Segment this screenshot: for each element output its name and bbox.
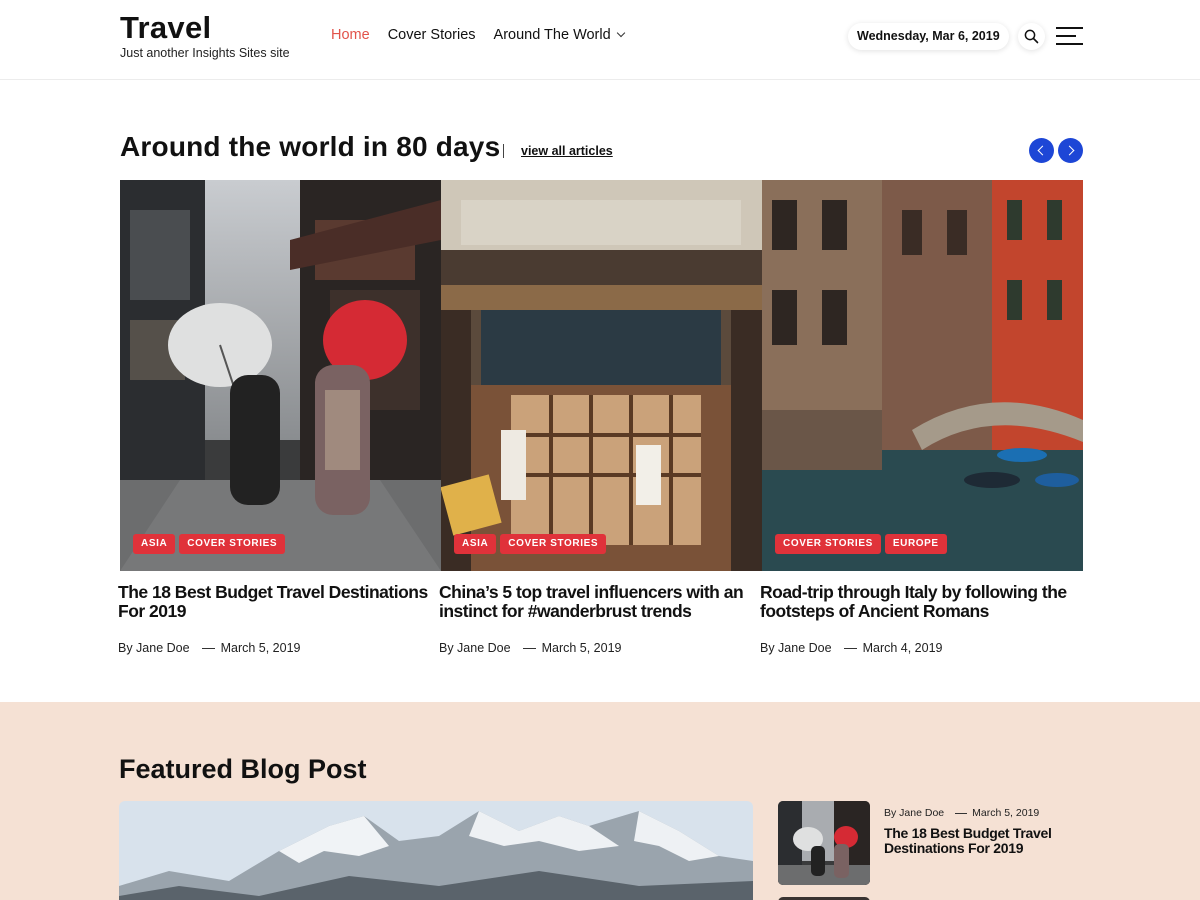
article-title[interactable]: The 18 Best Budget Travel Destinations F… (118, 583, 444, 621)
article-image[interactable] (441, 180, 762, 571)
article-meta: By Jane Doe March 5, 2019 (439, 641, 622, 655)
view-all-articles-link[interactable]: view all articles (521, 144, 613, 158)
article-tags: COVER STORIES EUROPE (775, 534, 947, 554)
tag-cover-stories[interactable]: COVER STORIES (179, 534, 286, 554)
article-image[interactable] (762, 180, 1083, 571)
hamburger-menu-icon[interactable] (1056, 27, 1083, 45)
meta-divider (522, 647, 536, 649)
meta-divider (955, 812, 968, 814)
tag-cover-stories[interactable]: COVER STORIES (500, 534, 607, 554)
featured-section-title: Featured Blog Post (119, 754, 367, 784)
tag-europe[interactable]: EUROPE (884, 534, 947, 554)
article-meta: By Jane Doe March 5, 2019 (118, 641, 301, 655)
featured-section: Featured Blog Post By Jane Doe March 5, … (0, 702, 1200, 900)
meta-divider (201, 647, 215, 649)
chevron-down-icon (616, 28, 625, 38)
side-post-title[interactable]: The 18 Best Budget Travel Destinations F… (884, 826, 1074, 856)
nav-item-cover-stories[interactable]: Cover Stories (388, 27, 476, 43)
site-header: Travel Just another Insights Sites site … (0, 0, 1200, 80)
article-tags: ASIA COVER STORIES (454, 534, 607, 554)
tag-asia[interactable]: ASIA (133, 534, 176, 554)
site-title[interactable]: Travel (120, 10, 211, 46)
tag-cover-stories[interactable]: COVER STORIES (775, 534, 881, 554)
article-date: March 5, 2019 (220, 641, 301, 655)
section-title: Around the world in 80 days (120, 131, 501, 162)
article-author[interactable]: By Jane Doe (760, 641, 832, 655)
nav-item-around-the-world-label: Around The World (493, 27, 611, 43)
article-title[interactable]: China’s 5 top travel influencers with an… (439, 583, 765, 621)
main-nav: Home Cover Stories Around The World (331, 27, 625, 43)
slider-prev-button[interactable] (1029, 138, 1054, 163)
side-post-date: March 5, 2019 (972, 807, 1040, 819)
tag-asia[interactable]: ASIA (454, 534, 497, 554)
site-tagline: Just another Insights Sites site (120, 46, 290, 60)
slider-next-button[interactable] (1058, 138, 1083, 163)
article-tags: ASIA COVER STORIES (133, 534, 286, 554)
search-icon (1024, 29, 1039, 44)
search-button[interactable] (1018, 23, 1045, 50)
side-post-thumbnail[interactable] (778, 801, 870, 885)
article-meta: By Jane Doe March 4, 2019 (760, 641, 943, 655)
side-post-meta: By Jane Doe March 5, 2019 (884, 807, 1039, 819)
title-divider (503, 144, 504, 158)
side-post-author[interactable]: By Jane Doe (884, 807, 944, 819)
article-image[interactable] (120, 180, 441, 571)
article-date: March 5, 2019 (541, 641, 622, 655)
nav-item-home[interactable]: Home (331, 27, 370, 43)
article-title[interactable]: Road-trip through Italy by following the… (760, 583, 1086, 621)
featured-main-image[interactable] (119, 801, 753, 900)
article-author[interactable]: By Jane Doe (118, 641, 190, 655)
current-date: Wednesday, Mar 6, 2019 (848, 23, 1009, 50)
nav-item-around-the-world[interactable]: Around The World (493, 27, 625, 43)
meta-divider (843, 647, 857, 649)
article-author[interactable]: By Jane Doe (439, 641, 511, 655)
article-date: March 4, 2019 (862, 641, 943, 655)
